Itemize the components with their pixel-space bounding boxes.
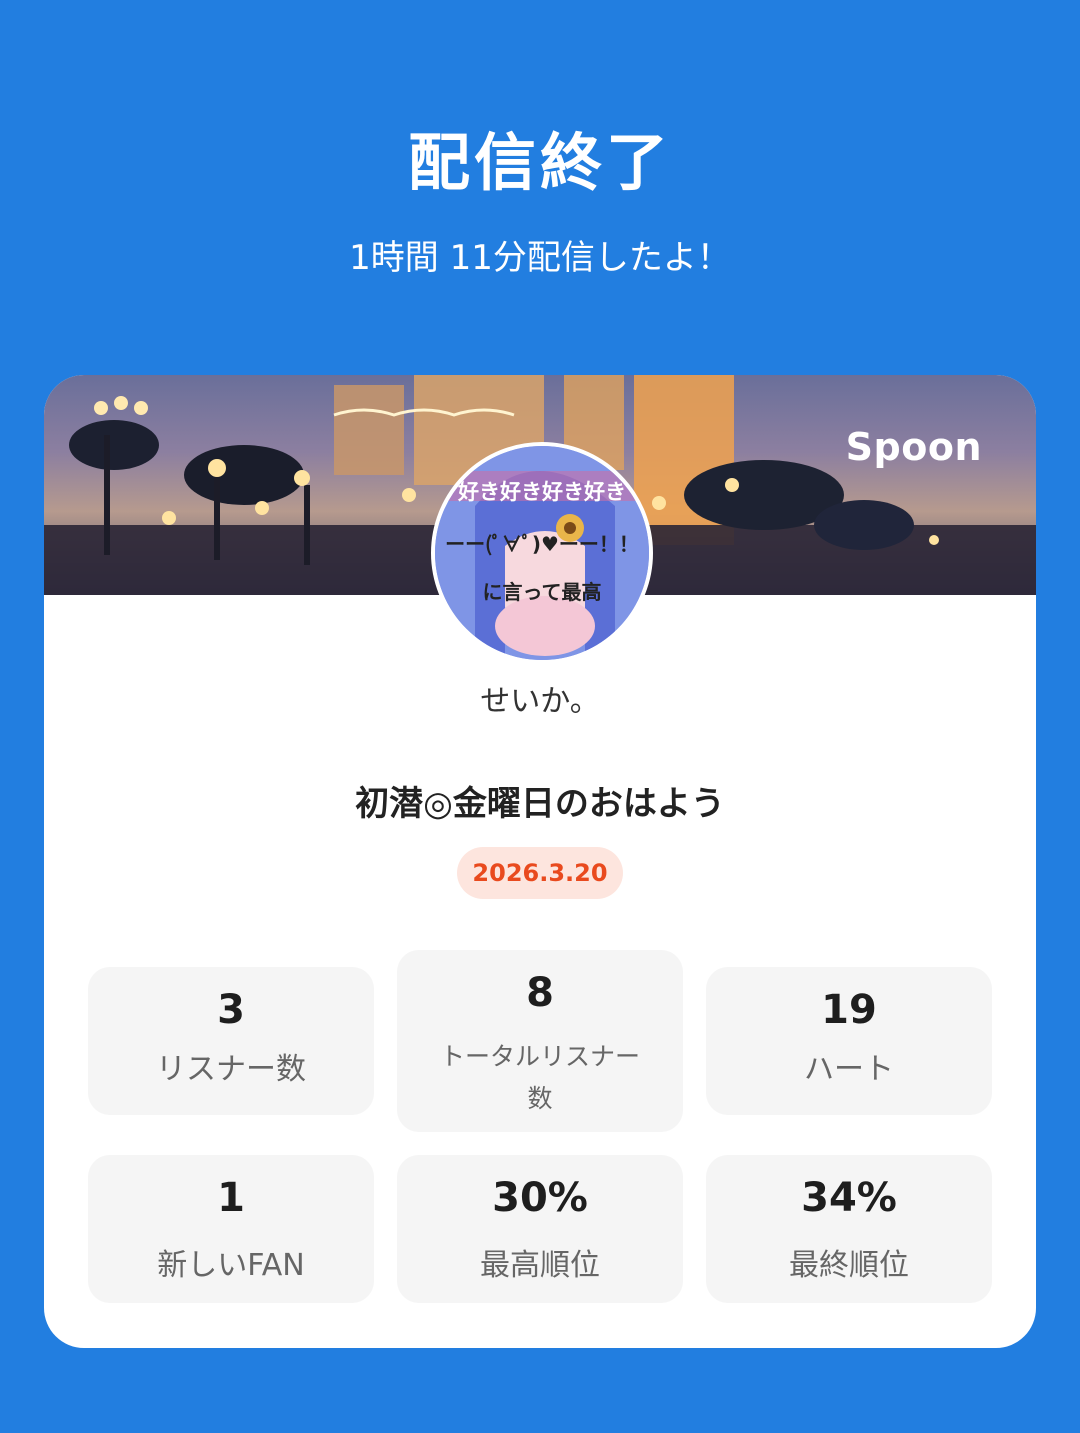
stream-title: 初潜◎金曜日のおはよう bbox=[355, 784, 725, 824]
stat-label: 最終順位 bbox=[789, 1248, 909, 1283]
date-badge: 2026.3.20 bbox=[457, 847, 623, 899]
avatar-text-3: に言って最高 bbox=[482, 580, 602, 604]
stream-ended-screen: 配信終了 1時間 11分配信したよ！ Spoon 好き好き好き好き ーー(ﾟ∀ﾟ… bbox=[0, 0, 1080, 1433]
stat-label: 最高順位 bbox=[480, 1248, 600, 1283]
stat-highest-rank: 30% 最高順位 bbox=[397, 1155, 683, 1303]
stat-value: 34% bbox=[801, 1175, 897, 1221]
stat-label: リスナー数 bbox=[156, 1052, 306, 1087]
duration-text: 1時間 11分配信したよ！ bbox=[349, 238, 731, 278]
stat-label: トータルリスナー数 bbox=[439, 1042, 640, 1113]
avatar-text-1: 好き好き好き好き bbox=[458, 480, 626, 504]
username: せいか。 bbox=[480, 684, 600, 719]
stat-total-listeners: 8 トータルリスナー数 bbox=[397, 950, 683, 1132]
stat-value: 19 bbox=[821, 987, 877, 1033]
stat-label: ハート bbox=[804, 1052, 894, 1087]
stat-hearts: 19 ハート bbox=[706, 967, 992, 1115]
summary-card: Spoon 好き好き好き好き ーー(ﾟ∀ﾟ)♥ーー！！ に言って最高 せいか。 … bbox=[44, 375, 1036, 1348]
stat-value: 3 bbox=[217, 987, 245, 1033]
spoon-logo: Spoon bbox=[845, 425, 982, 469]
stat-value: 30% bbox=[492, 1175, 588, 1221]
stat-new-fans: 1 新しいFAN bbox=[88, 1155, 374, 1303]
avatar[interactable]: 好き好き好き好き ーー(ﾟ∀ﾟ)♥ーー！！ に言って最高 bbox=[431, 442, 653, 664]
avatar-text-2: ーー(ﾟ∀ﾟ)♥ーー！！ bbox=[445, 532, 639, 556]
stat-final-rank: 34% 最終順位 bbox=[706, 1155, 992, 1303]
stat-label: 新しいFAN bbox=[157, 1248, 305, 1283]
page-title: 配信終了 bbox=[407, 126, 672, 199]
stat-value: 8 bbox=[526, 970, 554, 1016]
stat-value: 1 bbox=[217, 1175, 245, 1221]
stat-listeners: 3 リスナー数 bbox=[88, 967, 374, 1115]
